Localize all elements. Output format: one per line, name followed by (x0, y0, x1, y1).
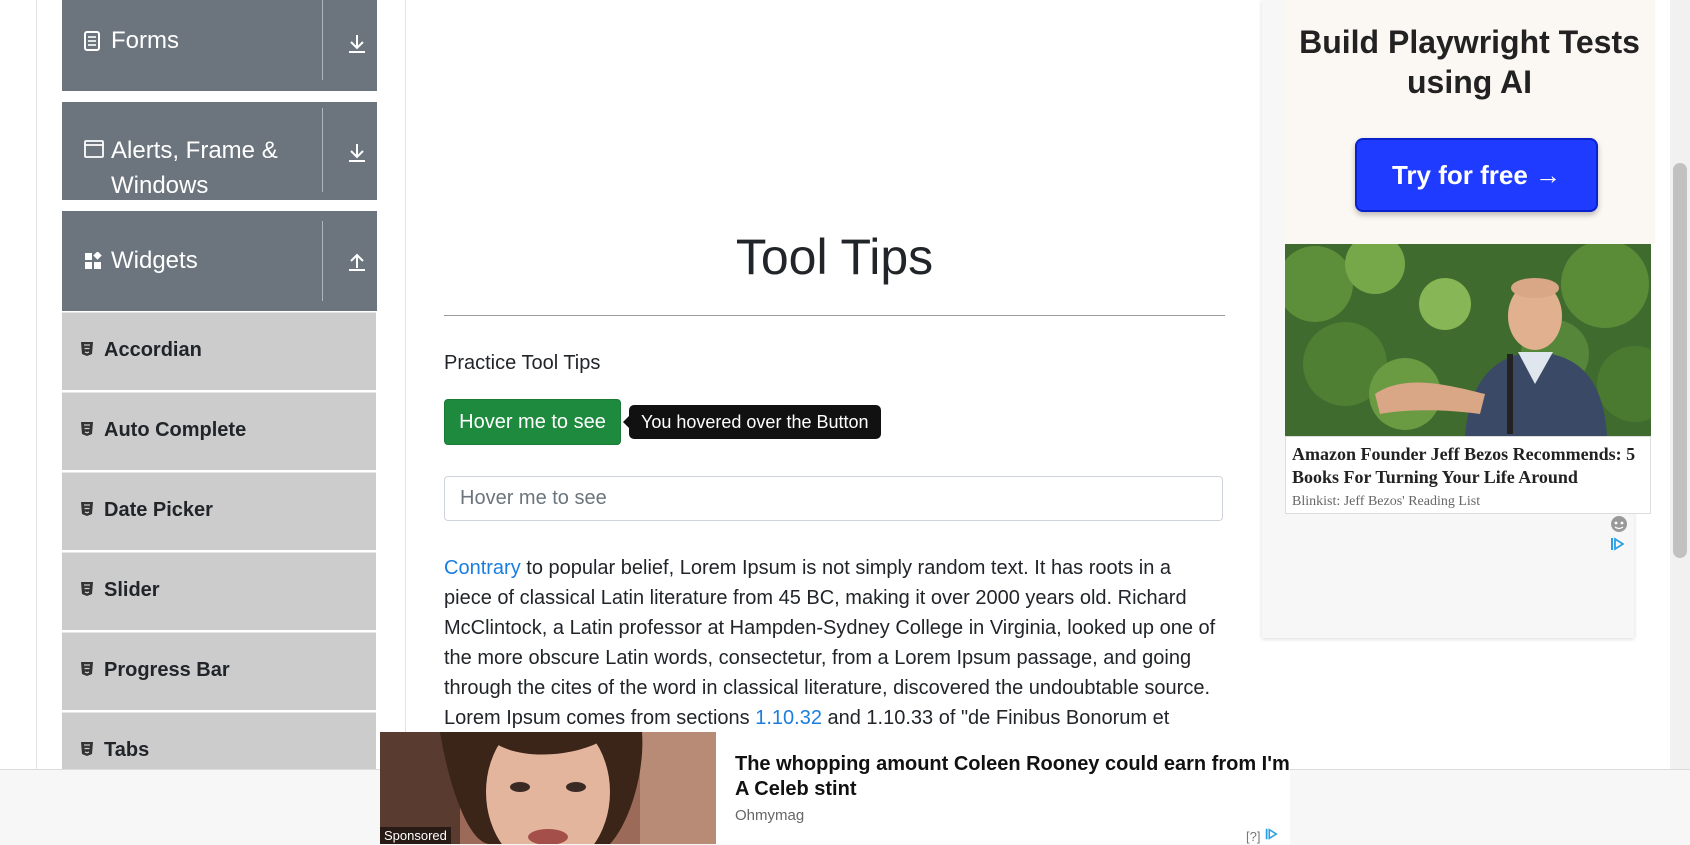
ad-headline: Build Playwright Tests using AI (1299, 24, 1640, 100)
contrary-link[interactable]: Contrary (444, 557, 521, 579)
widgets-icon (84, 251, 102, 275)
html5-icon (80, 661, 94, 681)
sidebar-item-label: Auto Complete (104, 419, 247, 441)
hover-tooltip-button[interactable]: Hover me to see (444, 399, 621, 445)
sidebar-item-progress-bar[interactable]: Progress Bar (62, 632, 376, 710)
divider (322, 108, 323, 192)
window-icon (84, 140, 104, 163)
sidebar-group-forms[interactable]: Forms (62, 0, 377, 91)
section-subtitle: Practice Tool Tips (444, 352, 601, 374)
try-for-free-button[interactable]: Try for free → (1355, 138, 1598, 212)
divider (322, 0, 323, 80)
paragraph-text-end: and 1.10.33 of "de Finibus Bonorum et (821, 707, 1170, 729)
document-icon (84, 31, 100, 56)
ad-banner[interactable]: Build Playwright Tests using AI Try for … (1284, 0, 1655, 244)
sidebar-item-label: Accordian (104, 339, 202, 361)
sidebar-item-slider[interactable]: Slider (62, 552, 376, 630)
section-link[interactable]: 1.10.32 (755, 707, 822, 729)
ad-info-label: [?] (1246, 829, 1261, 844)
sidebar-group-widgets[interactable]: Widgets (62, 211, 377, 311)
sidebar-border (36, 0, 37, 770)
html5-icon (80, 581, 94, 601)
lorem-paragraph: Contrary to popular belief, Lorem Ipsum … (444, 553, 1224, 733)
ad-story-source: Blinkist: Jeff Bezos' Reading List (1292, 494, 1481, 509)
ad-photo[interactable] (1285, 244, 1651, 436)
sidebar-item-label: Date Picker (104, 499, 213, 521)
sidebar-item-date-picker[interactable]: Date Picker (62, 472, 376, 550)
sidebar-item-auto-complete[interactable]: Auto Complete (62, 392, 376, 470)
title-divider (444, 315, 1225, 316)
divider (322, 221, 323, 301)
html5-icon (80, 741, 94, 761)
html5-icon (80, 501, 94, 521)
sidebar-group-label: Forms (111, 27, 179, 54)
download-arrow-icon[interactable] (346, 33, 368, 55)
bottom-ad-choices[interactable]: [?] (1246, 827, 1278, 844)
scrollbar-thumb[interactable] (1673, 163, 1687, 558)
adchoices-icon (1610, 537, 1625, 555)
ad-story-title: Amazon Founder Jeff Bezos Recommends: 5 … (1292, 444, 1636, 487)
page-title: Tool Tips (735, 229, 934, 285)
ad-face-icon (1610, 516, 1628, 536)
sidebar-item-label: Progress Bar (104, 659, 230, 681)
html5-icon (80, 341, 94, 361)
bottom-ad-photo[interactable]: Sponsored (380, 732, 716, 844)
sidebar-group-alerts[interactable]: Alerts, Frame & Windows (62, 102, 377, 200)
ad-story[interactable]: Amazon Founder Jeff Bezos Recommends: 5 … (1285, 436, 1651, 514)
sidebar-item-label: Tabs (104, 739, 150, 761)
paragraph-text: to popular belief, Lorem Ipsum is not si… (444, 557, 1216, 729)
content-border (405, 0, 406, 770)
adchoices-icon (1264, 828, 1278, 844)
sponsored-label: Sponsored (380, 827, 451, 844)
sidebar-item-accordian[interactable]: Accordian (62, 312, 376, 390)
right-advertisement: Build Playwright Tests using AI Try for … (1262, 0, 1655, 638)
sidebar-group-label-line1: Alerts, Frame & (111, 137, 278, 164)
sidebar-item-label: Slider (104, 579, 160, 601)
download-arrow-icon[interactable] (346, 142, 368, 164)
sidebar-group-label-line2: Windows (111, 172, 209, 199)
hover-tooltip-input[interactable] (444, 476, 1223, 521)
upload-arrow-icon[interactable] (346, 251, 368, 273)
sidebar-group-label: Widgets (111, 247, 198, 274)
ad-choices[interactable] (1610, 515, 1634, 555)
bottom-advertisement[interactable]: Sponsored The whopping amount Coleen Roo… (380, 732, 1290, 844)
tooltip: You hovered over the Button (623, 405, 881, 439)
bottom-ad-title: The whopping amount Coleen Rooney could … (735, 753, 1290, 800)
html5-icon (80, 421, 94, 441)
bottom-ad-source: Ohmymag (735, 807, 805, 824)
